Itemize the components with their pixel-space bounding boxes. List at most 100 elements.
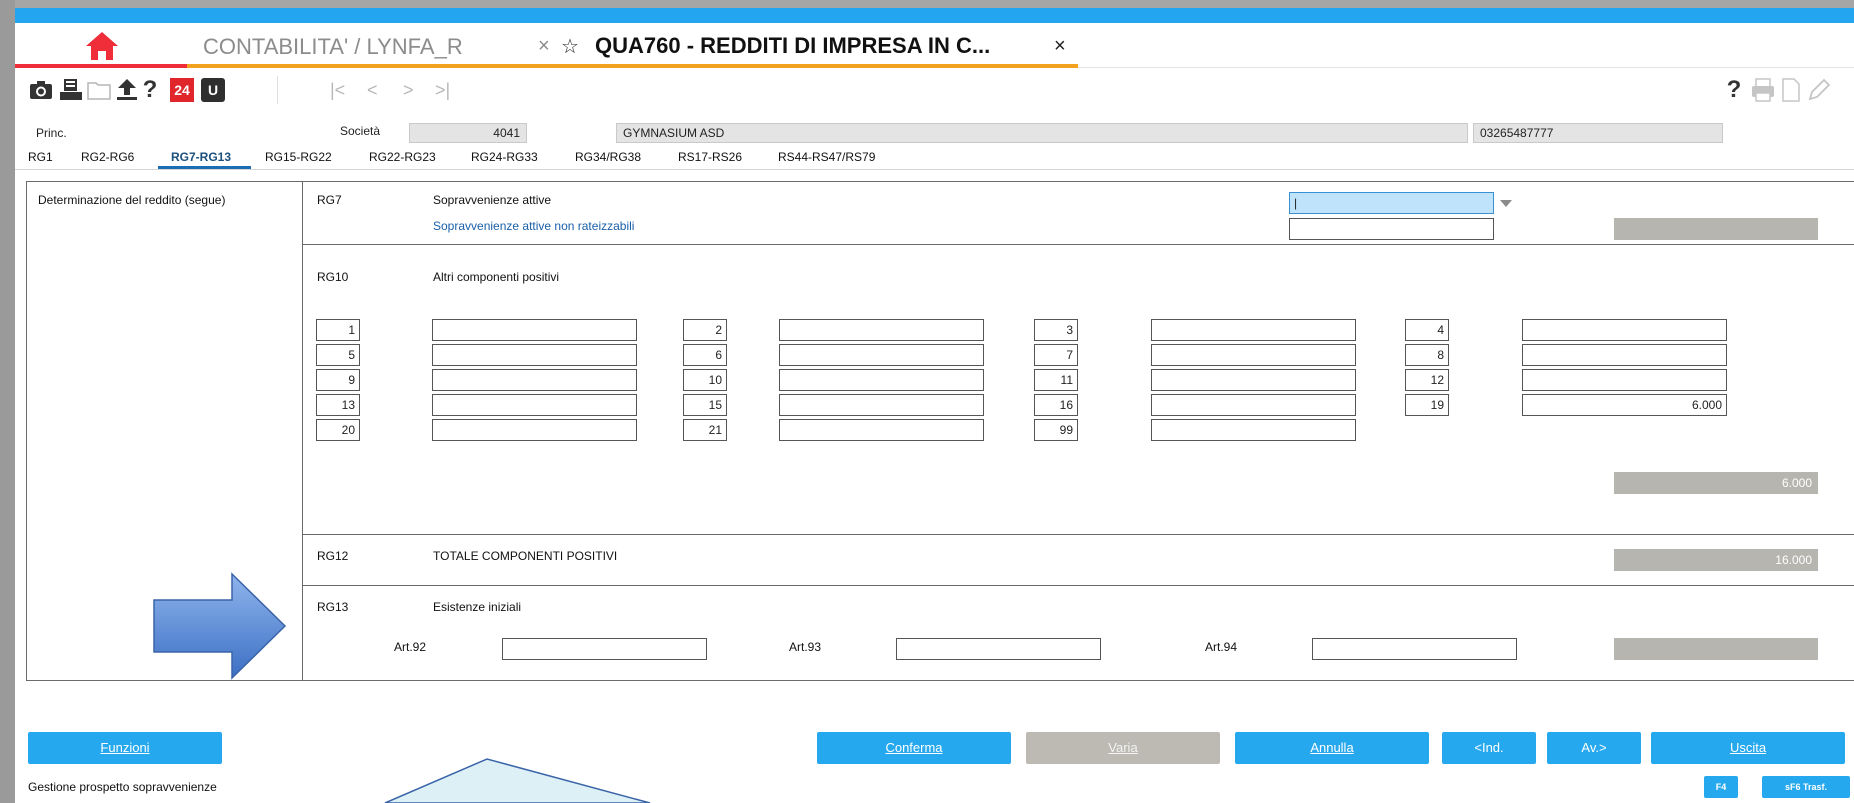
art93-input[interactable]: [896, 638, 1101, 660]
rg10-code-cell[interactable]: 13: [316, 394, 360, 416]
panel-column-divider: [302, 181, 303, 681]
tab-bar: CONTABILITA' / LYNFA_R × ☆ QUA760 - REDD…: [15, 23, 1854, 68]
rg10-code-cell[interactable]: 11: [1034, 369, 1078, 391]
sopravvenienze-non-rateizzabili-input[interactable]: [1289, 218, 1494, 240]
rg10-value-cell[interactable]: [1151, 344, 1356, 366]
tab-home[interactable]: [15, 23, 187, 68]
star-icon[interactable]: ☆: [561, 34, 579, 59]
rg12-total: 16.000: [1614, 549, 1818, 571]
rg10-code-cell[interactable]: 2: [683, 319, 727, 341]
subtab-rg15-rg22[interactable]: RG15-RG22: [265, 150, 332, 164]
art94-input[interactable]: [1312, 638, 1517, 660]
next-av-button[interactable]: Av.>: [1547, 732, 1641, 764]
rg10-code-cell[interactable]: 7: [1034, 344, 1078, 366]
funzioni-button[interactable]: Funzioni: [28, 732, 222, 764]
pdf-icon[interactable]: [1751, 78, 1775, 102]
subtab-rg7-rg13[interactable]: RG7-RG13: [171, 150, 231, 164]
close-icon[interactable]: ×: [1054, 35, 1066, 58]
rg10-value-cell[interactable]: [1151, 369, 1356, 391]
printer-icon[interactable]: [59, 78, 83, 102]
rg10-value-cell[interactable]: [779, 319, 984, 341]
uscita-button[interactable]: Uscita: [1651, 732, 1845, 764]
princ-label: Princ.: [36, 126, 67, 140]
status-text: Gestione prospetto sopravvenienze: [28, 780, 217, 794]
document-icon[interactable]: [1779, 78, 1803, 102]
rg10-code-cell[interactable]: 10: [683, 369, 727, 391]
art93-label: Art.93: [789, 640, 822, 654]
rg10-value-cell[interactable]: [779, 344, 984, 366]
calendar-24-icon[interactable]: 24: [170, 78, 194, 102]
rg10-code-cell[interactable]: 21: [683, 419, 727, 441]
previous-record-icon[interactable]: <: [367, 80, 378, 101]
rg10-value-cell[interactable]: [432, 319, 637, 341]
home-icon: [86, 32, 118, 60]
chevron-down-icon[interactable]: [1500, 200, 1512, 207]
help-icon[interactable]: ?: [141, 76, 159, 103]
subtab-rg22-rg23[interactable]: RG22-RG23: [369, 150, 436, 164]
subtab-rg24-rg33[interactable]: RG24-RG33: [471, 150, 538, 164]
rg10-code-cell[interactable]: 15: [683, 394, 727, 416]
callout-annotation: [384, 758, 651, 803]
rg10-value-cell[interactable]: [1522, 344, 1727, 366]
rg10-value-cell[interactable]: [779, 369, 984, 391]
rg10-code: RG10: [317, 270, 349, 284]
rg10-value-cell[interactable]: [779, 419, 984, 441]
rg10-code-cell[interactable]: 99: [1034, 419, 1078, 441]
camera-icon[interactable]: [29, 78, 53, 102]
last-record-icon[interactable]: >|: [435, 80, 450, 101]
rg10-value-cell[interactable]: [1151, 319, 1356, 341]
rg10-value-cell[interactable]: [1522, 319, 1727, 341]
rg10-code-cell[interactable]: 1: [316, 319, 360, 341]
u-icon[interactable]: U: [201, 78, 225, 102]
rg10-value-cell[interactable]: [1151, 419, 1356, 441]
edit-icon[interactable]: [1807, 78, 1831, 102]
rg10-code-cell[interactable]: 12: [1405, 369, 1449, 391]
subtab-rg2-rg6[interactable]: RG2-RG6: [81, 150, 134, 164]
rg10-value-cell[interactable]: 6.000: [1522, 394, 1727, 416]
help-icon[interactable]: ?: [1722, 76, 1746, 103]
f4-button[interactable]: F4: [1704, 776, 1738, 798]
rg10-value-cell[interactable]: [1151, 394, 1356, 416]
rg10-code-cell[interactable]: 3: [1034, 319, 1078, 341]
subtab-rs17-rs26[interactable]: RS17-RS26: [678, 150, 742, 164]
section-divider-rg7: [302, 244, 1854, 245]
rg10-code-cell[interactable]: 8: [1405, 344, 1449, 366]
tab-qua760-label: QUA760 - REDDITI DI IMPRESA IN C...: [595, 33, 991, 58]
conferma-button[interactable]: Conferma: [817, 732, 1011, 764]
rg7-code: RG7: [317, 193, 342, 207]
rg10-code-cell[interactable]: 16: [1034, 394, 1078, 416]
rg10-code-cell[interactable]: 20: [316, 419, 360, 441]
subtab-rs44-rs47-rs79[interactable]: RS44-RS47/RS79: [778, 150, 875, 164]
close-icon[interactable]: ×: [538, 35, 550, 58]
rg10-code-cell[interactable]: 5: [316, 344, 360, 366]
section-divider-rg12: [302, 585, 1854, 586]
rg10-code-cell[interactable]: 6: [683, 344, 727, 366]
societa-label: Società: [340, 124, 381, 138]
upload-icon[interactable]: [115, 78, 139, 102]
sopravvenienze-input[interactable]: |: [1289, 192, 1494, 214]
rg10-code-cell[interactable]: 9: [316, 369, 360, 391]
tab-qua760[interactable]: ☆ QUA760 - REDDITI DI IMPRESA IN C... ×: [555, 23, 1078, 68]
sf6-transfer-button[interactable]: sF6 Trasf.: [1762, 776, 1850, 798]
rg10-code-cell[interactable]: 4: [1405, 319, 1449, 341]
toolbar: ? 24 U |< < > >| ?: [15, 72, 1854, 108]
previous-ind-button[interactable]: <Ind.: [1442, 732, 1536, 764]
tab-contabilita[interactable]: CONTABILITA' / LYNFA_R ×: [187, 23, 555, 68]
subtab-rg34-rg38[interactable]: RG34/RG38: [575, 150, 641, 164]
rg10-value-cell[interactable]: [432, 394, 637, 416]
annulla-button[interactable]: Annulla: [1235, 732, 1429, 764]
rg10-value-cell[interactable]: [432, 344, 637, 366]
rg13-code: RG13: [317, 600, 349, 614]
rg10-value-cell[interactable]: [432, 419, 637, 441]
rg10-code-cell[interactable]: 19: [1405, 394, 1449, 416]
rg10-value-cell[interactable]: [432, 369, 637, 391]
varia-button[interactable]: Varia: [1026, 732, 1220, 764]
next-record-icon[interactable]: >: [403, 80, 414, 101]
rg10-value-cell[interactable]: [779, 394, 984, 416]
subtab-rg1[interactable]: RG1: [28, 150, 53, 164]
folder-icon[interactable]: [87, 78, 111, 102]
first-record-icon[interactable]: |<: [330, 80, 345, 101]
art92-input[interactable]: [502, 638, 707, 660]
rg10-total: 6.000: [1614, 472, 1818, 494]
rg10-value-cell[interactable]: [1522, 369, 1727, 391]
